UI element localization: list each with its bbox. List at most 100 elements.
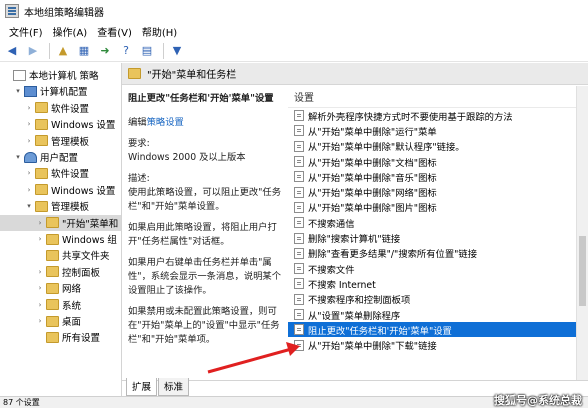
watermark: 搜狐号@系统总裁 bbox=[494, 394, 582, 407]
folder-icon bbox=[35, 200, 48, 212]
setting-row[interactable]: 不搜索文件 bbox=[288, 261, 576, 276]
forward-arrow-icon[interactable]: ▶ bbox=[24, 42, 42, 60]
toolbar-separator bbox=[49, 42, 50, 59]
setting-row[interactable]: 从"开始"菜单中删除"运行"菜单 bbox=[288, 123, 576, 138]
setting-row[interactable]: 删除"查看更多结果"/"搜索所有位置"链接 bbox=[288, 246, 576, 261]
policy-editor-icon bbox=[5, 4, 19, 18]
tree-item[interactable]: › "开始"菜单和 bbox=[0, 214, 121, 231]
setting-row[interactable]: 不搜索 Internet bbox=[288, 276, 576, 291]
tree-item[interactable]: ▾ 计算机配置 bbox=[0, 83, 121, 99]
expand-chevron-icon[interactable]: › bbox=[24, 104, 34, 112]
setting-label: 阻止更改"任务栏和'开始'菜单"设置 bbox=[308, 325, 452, 337]
policy-setting-icon bbox=[294, 278, 304, 290]
policy-setting-icon bbox=[294, 201, 304, 213]
tree-item-label: 共享文件夹 bbox=[62, 251, 110, 263]
setting-label: 不搜索通信 bbox=[308, 218, 355, 230]
expand-chevron-icon[interactable]: › bbox=[35, 219, 45, 227]
tree-item[interactable]: › 桌面 bbox=[0, 313, 121, 329]
setting-row[interactable]: 从"开始"菜单中删除"文档"图标 bbox=[288, 154, 576, 169]
tree-item[interactable]: › 软件设置 bbox=[0, 165, 121, 181]
filter-icon[interactable]: ▼ bbox=[168, 42, 186, 60]
tree-item[interactable]: › 软件设置 bbox=[0, 100, 121, 116]
description-label: 描述: bbox=[128, 173, 150, 184]
expand-chevron-icon[interactable]: › bbox=[35, 317, 45, 325]
tree-item[interactable]: ▾ 用户配置 bbox=[0, 149, 121, 165]
pc-icon bbox=[24, 85, 37, 97]
setting-label: 从"开始"菜单中删除"图片"图标 bbox=[308, 203, 437, 215]
description-paragraph-3: 如果用户右键单击任务栏并单击"属性"，系统会显示一条消息，说明某个设置阻止了该操… bbox=[128, 257, 282, 296]
edit-policy-line: 编辑策略设置 bbox=[128, 116, 282, 130]
tree-item[interactable]: › Windows 组 bbox=[0, 231, 121, 247]
expand-chevron-icon[interactable]: › bbox=[24, 169, 34, 177]
menu-action[interactable]: 操作(A) bbox=[48, 24, 93, 39]
menu-view[interactable]: 查看(V) bbox=[92, 24, 137, 39]
menu-help[interactable]: 帮助(H) bbox=[137, 24, 182, 39]
edit-policy-link[interactable]: 策略设置 bbox=[147, 117, 184, 128]
setting-row[interactable]: 不搜索程序和控制面板项 bbox=[288, 292, 576, 307]
tree-item[interactable]: ▾ 管理模板 bbox=[0, 198, 121, 214]
expand-chevron-icon[interactable]: › bbox=[35, 301, 45, 309]
up-folder-icon[interactable]: ▲ bbox=[54, 42, 72, 60]
tree-item[interactable]: › 管理模板 bbox=[0, 133, 121, 149]
tree-item[interactable]: 共享文件夹 bbox=[0, 247, 121, 263]
policy-setting-icon bbox=[294, 263, 304, 275]
collapse-chevron-icon[interactable]: ▾ bbox=[24, 202, 34, 210]
title-bar: 本地组策略编辑器 bbox=[0, 0, 588, 22]
tree-item[interactable]: 所有设置 bbox=[0, 329, 121, 345]
expand-chevron-icon[interactable]: › bbox=[35, 268, 45, 276]
setting-row[interactable]: 删除"搜索计算机"链接 bbox=[288, 230, 576, 245]
tree-item[interactable]: › Windows 设置 bbox=[0, 116, 121, 132]
properties-icon[interactable]: ▤ bbox=[138, 42, 156, 60]
settings-list: 设置 解析外壳程序快捷方式时不要使用基于跟踪的方法从"开始"菜单中删除"运行"菜… bbox=[288, 86, 576, 380]
policy-setting-icon bbox=[294, 186, 304, 198]
tree-item[interactable]: › 系统 bbox=[0, 297, 121, 313]
expand-chevron-icon[interactable]: › bbox=[24, 120, 34, 128]
tab-standard[interactable]: 标准 bbox=[158, 378, 190, 396]
tree-item[interactable]: 本地计算机 策略 bbox=[0, 67, 121, 83]
expand-chevron-icon[interactable]: › bbox=[24, 186, 34, 194]
folder-icon bbox=[46, 249, 59, 261]
folder-header-title: "开始"菜单和任务栏 bbox=[147, 70, 237, 81]
folder-icon bbox=[128, 68, 141, 79]
show-tree-icon[interactable]: ▦ bbox=[75, 42, 93, 60]
setting-row[interactable]: 从"开始"菜单中删除"默认程序"链接。 bbox=[288, 139, 576, 154]
setting-row[interactable]: 从"开始"菜单中删除"下载"链接 bbox=[288, 337, 576, 352]
arrow-head bbox=[286, 342, 300, 356]
setting-row[interactable]: 阻止更改"任务栏和'开始'菜单"设置 bbox=[288, 322, 576, 338]
setting-label: 删除"搜索计算机"链接 bbox=[308, 234, 401, 246]
tree-item[interactable]: › 网络 bbox=[0, 280, 121, 296]
scrollbar-thumb[interactable] bbox=[579, 236, 586, 306]
setting-row[interactable]: 不搜索通信 bbox=[288, 215, 576, 230]
tree-item[interactable]: › Windows 设置 bbox=[0, 182, 121, 198]
setting-row[interactable]: 从"设置"菜单删除程序 bbox=[288, 307, 576, 322]
back-arrow-icon[interactable]: ◀ bbox=[3, 42, 21, 60]
tab-extended[interactable]: 扩展 bbox=[126, 378, 158, 396]
setting-row[interactable]: 解析外壳程序快捷方式时不要使用基于跟踪的方法 bbox=[288, 108, 576, 123]
status-text: 87 个设置 bbox=[3, 398, 40, 407]
tree-item-label: 桌面 bbox=[62, 317, 82, 328]
help-icon[interactable]: ? bbox=[117, 42, 135, 60]
expand-chevron-icon[interactable]: › bbox=[24, 137, 34, 145]
menu-file[interactable]: 文件(F) bbox=[4, 24, 48, 39]
policy-setting-icon bbox=[294, 217, 304, 229]
description-paragraph-2: 如果启用此策略设置，将阻止用户打开"任务栏属性"对话框。 bbox=[128, 222, 277, 247]
setting-row[interactable]: 从"开始"菜单中删除"网络"图标 bbox=[288, 184, 576, 199]
expand-chevron-icon[interactable]: › bbox=[35, 284, 45, 292]
requirements-label: 要求: bbox=[128, 138, 150, 149]
setting-row[interactable]: 从"开始"菜单中删除"音乐"图标 bbox=[288, 169, 576, 184]
requirements-value: Windows 2000 及以上版本 bbox=[128, 152, 246, 163]
tree-item[interactable]: › 控制面板 bbox=[0, 264, 121, 280]
folder-icon bbox=[46, 233, 59, 245]
requirements: 要求: Windows 2000 及以上版本 bbox=[128, 137, 282, 165]
export-icon[interactable]: ➜ bbox=[96, 42, 114, 60]
collapse-chevron-icon[interactable]: ▾ bbox=[13, 87, 23, 95]
setting-row[interactable]: 从"开始"菜单中删除"图片"图标 bbox=[288, 200, 576, 215]
expand-chevron-icon[interactable]: › bbox=[35, 235, 45, 243]
setting-label: 从"开始"菜单中删除"运行"菜单 bbox=[308, 126, 437, 138]
folder-header: "开始"菜单和任务栏 bbox=[122, 63, 588, 85]
settings-column-header[interactable]: 设置 bbox=[288, 86, 576, 108]
tree-item-label: "开始"菜单和 bbox=[62, 218, 119, 230]
settings-scrollbar[interactable] bbox=[576, 86, 588, 380]
user-icon bbox=[24, 151, 37, 163]
collapse-chevron-icon[interactable]: ▾ bbox=[13, 153, 23, 161]
